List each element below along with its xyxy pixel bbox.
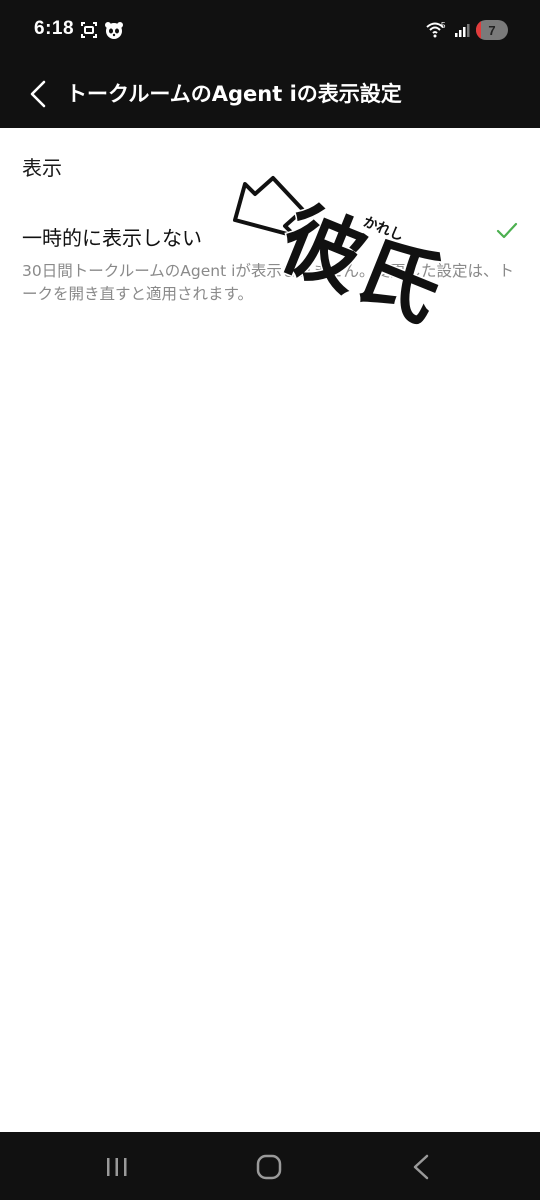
check-icon	[496, 222, 518, 244]
recent-apps-icon	[107, 1158, 127, 1176]
option-label: 一時的に表示しない	[22, 226, 202, 250]
handwritten-sticker-overlay: 彼氏 かれし	[225, 170, 457, 380]
panda-icon	[105, 22, 123, 39]
battery-low-indicator	[476, 20, 481, 40]
home-icon	[256, 1154, 282, 1180]
status-bar: 6:18 5 7	[0, 0, 540, 62]
screenshot-and-app-icons	[81, 22, 123, 39]
recent-apps-button[interactable]	[102, 1152, 132, 1182]
chevron-left-icon	[30, 80, 46, 108]
status-right-icons: 5 7	[426, 20, 508, 40]
status-time: 6:18	[34, 18, 75, 39]
back-button[interactable]	[22, 76, 54, 112]
handwritten-text: 彼氏	[266, 189, 457, 342]
battery-level: 7	[488, 22, 496, 38]
page-title: トークルームのAgent iの表示設定	[66, 82, 402, 106]
nav-back-button[interactable]	[406, 1152, 436, 1182]
battery-icon: 7	[476, 20, 508, 40]
section-title: 表示	[22, 156, 62, 180]
signal-icon	[455, 24, 470, 37]
network-type-label: 5	[441, 21, 446, 30]
sticker-graphic: 彼氏 かれし	[233, 176, 457, 342]
status-left-icons	[80, 21, 124, 45]
scan-icon	[81, 22, 97, 38]
home-button[interactable]	[254, 1152, 284, 1182]
app-header: トークルームのAgent iの表示設定	[0, 62, 540, 128]
back-icon	[413, 1154, 429, 1180]
system-nav-bar	[0, 1132, 540, 1200]
overlay-text: 彼氏	[267, 191, 455, 341]
wifi-icon: 5	[426, 21, 446, 38]
